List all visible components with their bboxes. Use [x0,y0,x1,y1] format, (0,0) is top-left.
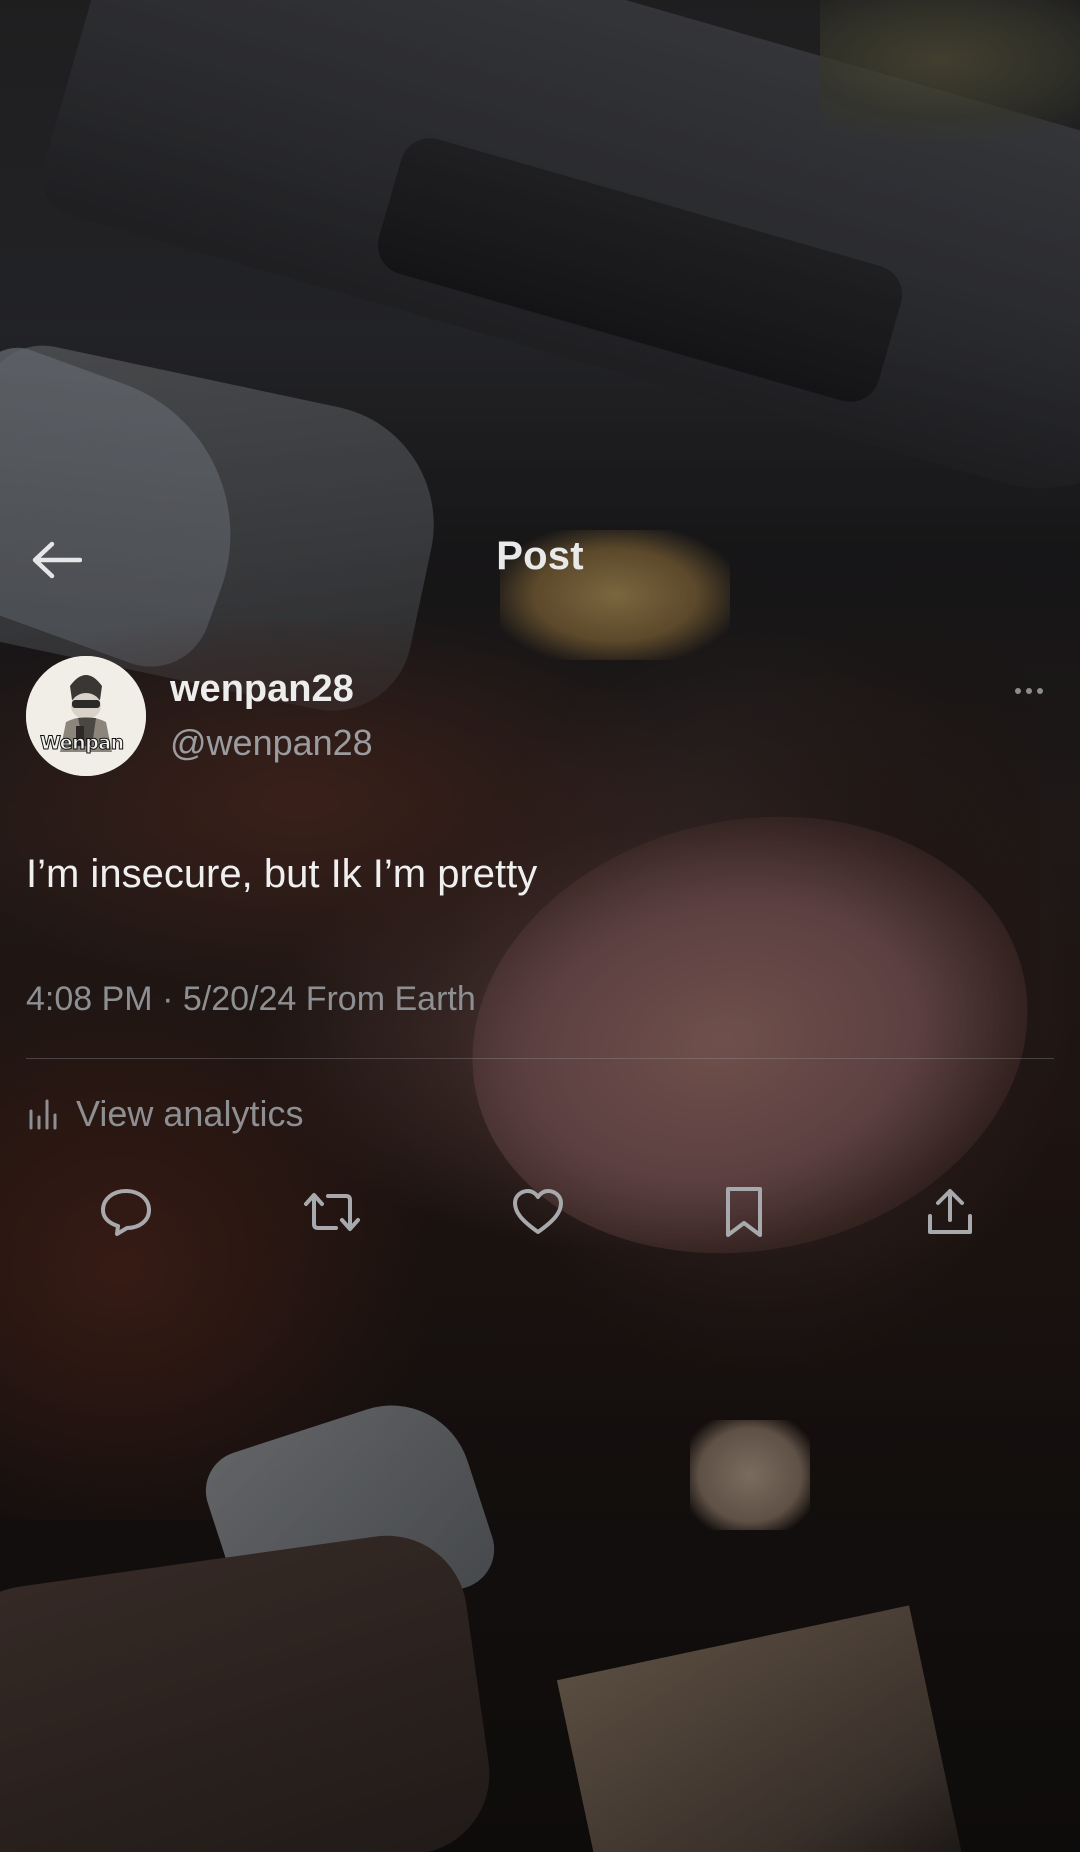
page-title: Post [496,534,584,578]
avatar-illustration [26,656,146,776]
share-icon [928,1189,972,1234]
share-button[interactable] [918,1184,982,1240]
avatar[interactable]: Wenpan [26,656,146,776]
repost-button[interactable] [300,1184,364,1240]
bookmark-icon [726,1187,762,1237]
view-analytics-link[interactable]: View analytics [26,1092,303,1136]
author-handle[interactable]: @wenpan28 [170,722,373,764]
avatar-logo-text: Wenpan [40,732,125,755]
post-timestamp: 4:08 PM · 5/20/24 From Earth [26,980,476,1018]
more-options-button[interactable] [1004,676,1054,706]
author-display-name[interactable]: wenpan28 [170,668,354,711]
more-dot-icon [1037,688,1043,694]
action-bar [0,1184,1080,1240]
analytics-icon [29,1099,57,1130]
reply-button[interactable] [94,1184,158,1240]
post-text: I’m insecure, but Ik I’m pretty [26,852,538,896]
heart-icon [513,1189,563,1234]
more-dot-icon [1026,688,1032,694]
repost-icon [304,1193,360,1231]
post-screen: Post Wenpan wenpan28 @wenpan28 I’m insec… [0,0,1080,1852]
divider [26,1058,1054,1059]
bookmark-button[interactable] [712,1184,776,1240]
view-analytics-label: View analytics [76,1093,304,1134]
more-dot-icon [1015,688,1021,694]
reply-icon [101,1189,151,1236]
like-button[interactable] [506,1184,570,1240]
